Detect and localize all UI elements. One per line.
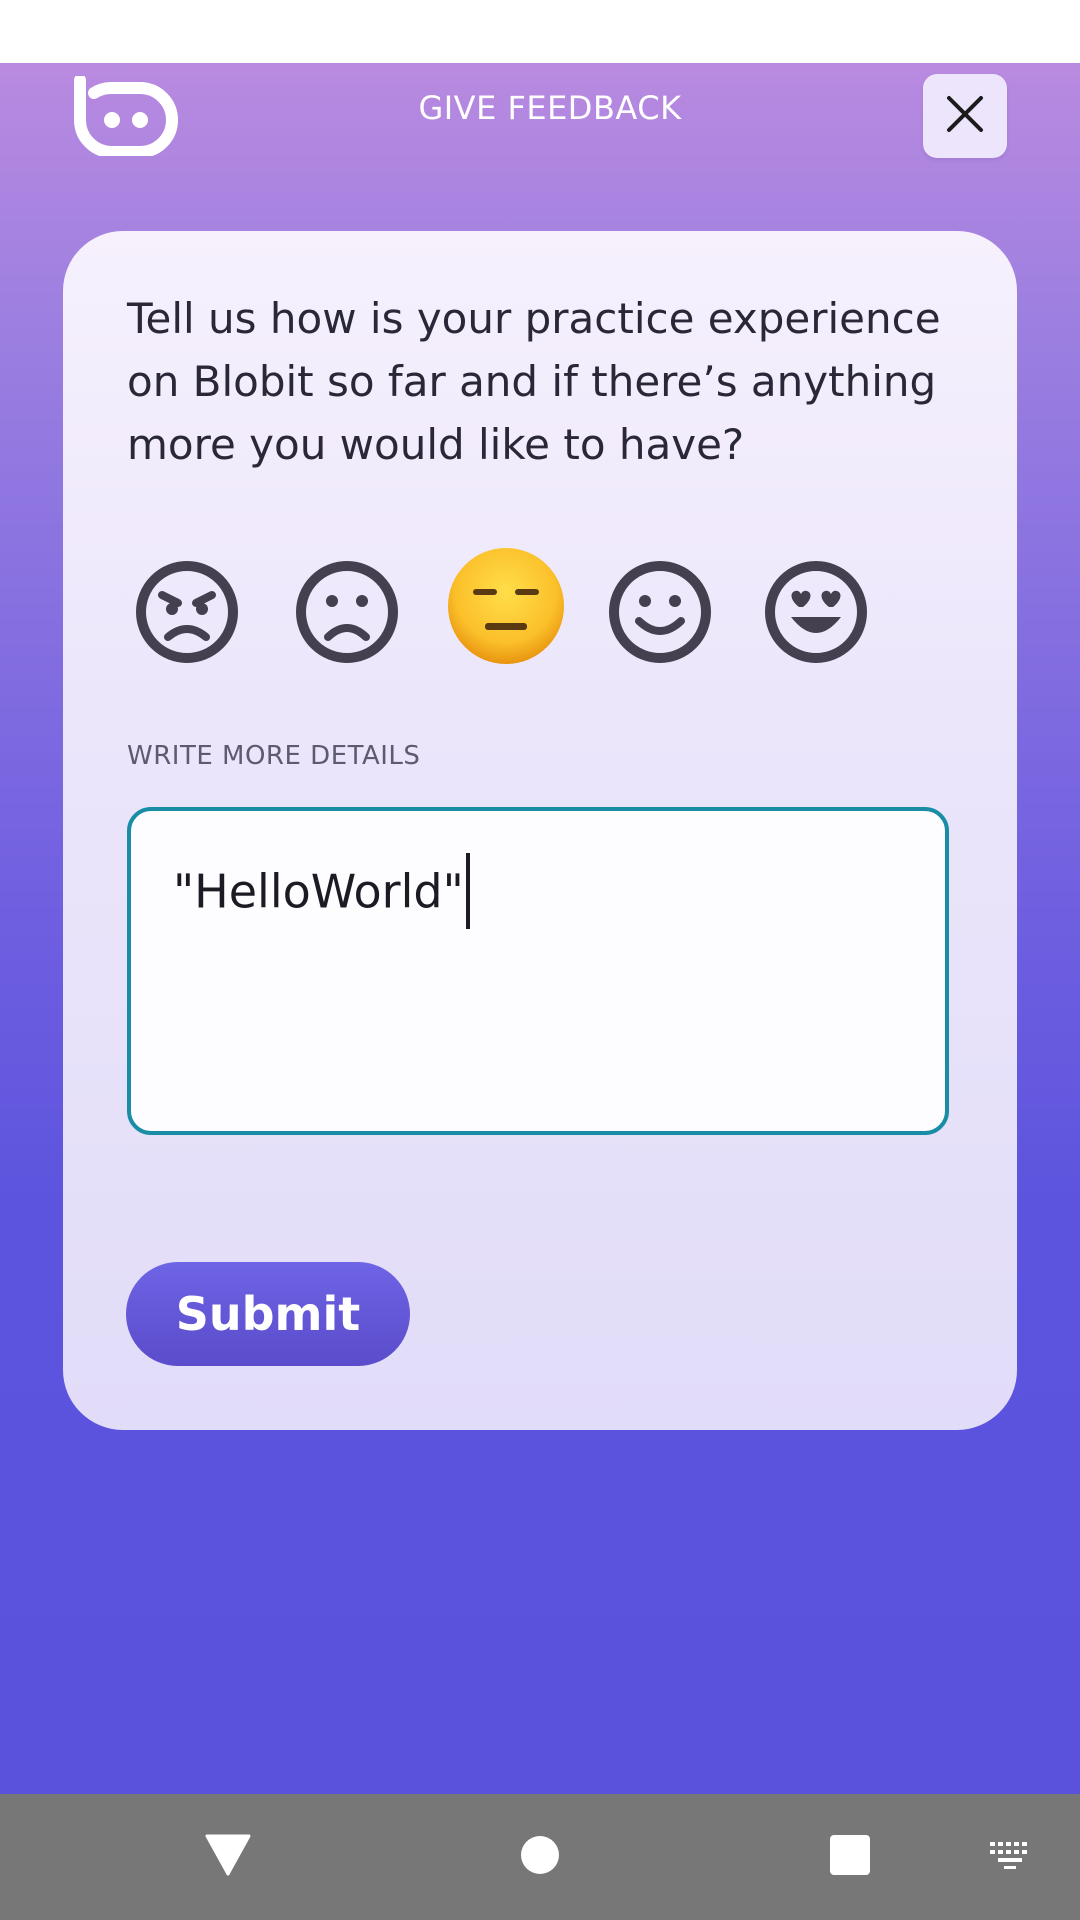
keyboard-icon [988,1840,1032,1874]
submit-button[interactable]: Submit [126,1262,410,1366]
sad-face-icon [292,557,402,671]
heart-eyes-face-icon [761,557,871,671]
blobit-logo-icon [72,74,180,158]
back-button[interactable] [196,1794,260,1920]
neutral-face-icon [445,545,567,671]
page-title: GIVE FEEDBACK [418,89,682,127]
rating-angry-button[interactable] [122,549,252,679]
close-icon [945,94,985,138]
back-triangle-icon [204,1833,252,1881]
rating-row [63,548,1017,679]
feedback-screen: GIVE FEEDBACK Tell us how is your practi… [0,63,1080,1794]
details-textarea[interactable]: "HelloWorld" [127,807,949,1135]
feedback-question: Tell us how is your practice experience … [127,294,941,469]
home-button[interactable] [508,1794,572,1920]
status-bar [0,0,1080,63]
close-button[interactable] [923,74,1007,158]
home-circle-icon [520,1835,560,1879]
rating-neutral-button[interactable] [439,541,573,675]
details-text: "HelloWorld" [173,853,470,929]
rating-sad-button[interactable] [282,549,412,679]
system-nav-bar [0,1794,1080,1920]
feedback-card: Tell us how is your practice experience … [63,231,1017,1430]
details-label: WRITE MORE DETAILS [127,741,421,771]
recents-square-icon [829,1834,871,1880]
keyboard-button[interactable] [980,1794,1040,1920]
text-caret [465,853,470,929]
recents-button[interactable] [818,1794,882,1920]
rating-love-button[interactable] [751,549,881,679]
rating-smile-button[interactable] [595,549,725,679]
smiling-face-icon [605,557,715,671]
angry-face-icon [132,557,242,671]
